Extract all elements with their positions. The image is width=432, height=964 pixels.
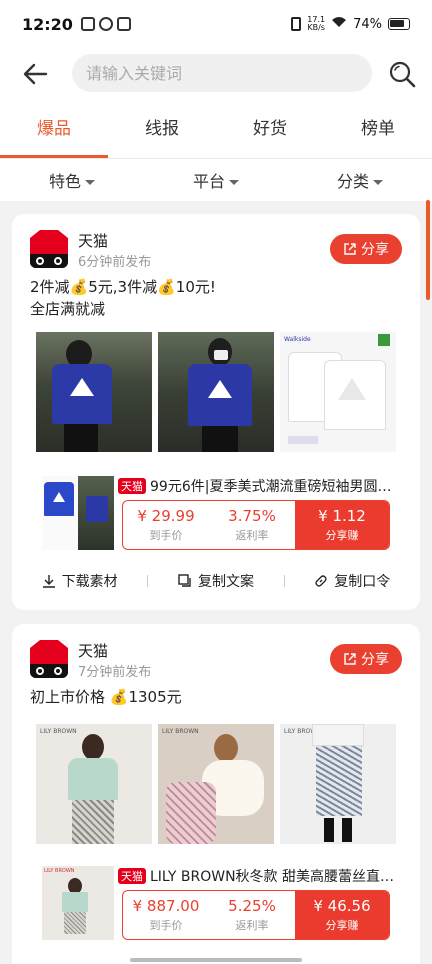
shop-name: 天猫 <box>78 642 109 660</box>
product-thumbnail[interactable] <box>42 476 114 550</box>
notification-icon <box>80 17 95 31</box>
filter-feature[interactable]: 特色 <box>0 168 144 192</box>
tab-rankings[interactable]: 榜单 <box>324 100 432 158</box>
final-price-label: 到手价 <box>149 529 183 542</box>
share-earn-button[interactable]: ¥ 46.56 分享赚 <box>295 891 389 939</box>
product-photo[interactable]: LILY BROWN <box>280 724 396 844</box>
copy-text-button[interactable]: 复制文案 <box>148 571 283 591</box>
tab-bar: 爆品 线报 好货 榜单 <box>0 100 432 158</box>
product-strip[interactable]: LILY BROWN 天猫 LILY BROWN秋冬款 甜美高腰蕾丝直… ¥ 88… <box>36 864 402 942</box>
app-notification-icon <box>98 17 113 31</box>
home-indicator[interactable] <box>130 958 302 962</box>
final-price: ¥ 29.99 <box>137 507 195 525</box>
product-photo[interactable]: LILY BROWN <box>36 724 152 844</box>
price-box: ¥ 887.00 到手价 5.25% 返利率 ¥ 46.56 分享赚 <box>122 890 390 940</box>
caret-down-icon <box>229 180 239 185</box>
share-earn-amount: ¥ 46.56 <box>313 897 371 915</box>
product-photo[interactable] <box>158 332 274 452</box>
product-title: 天猫 99元6件|夏季美式潮流重磅短袖男圆… <box>118 476 402 496</box>
tab-good-items[interactable]: 好货 <box>216 100 324 158</box>
search-box[interactable] <box>72 54 372 92</box>
rebate-rate: 3.75% <box>228 507 276 525</box>
share-earn-amount: ¥ 1.12 <box>318 507 366 525</box>
wifi-icon <box>331 16 347 32</box>
copy-code-button[interactable]: 复制口令 <box>285 571 420 591</box>
post-description: 2件减💰5元,3件减💰10元! 全店满就减 <box>30 278 216 318</box>
rebate-rate-label: 返利率 <box>235 529 269 542</box>
status-bar: 12:20 17.1 KB/s 74% <box>0 0 432 48</box>
net-speed: 17.1 KB/s <box>307 15 326 32</box>
battery-percent: 74% <box>353 16 382 32</box>
back-arrow-icon[interactable] <box>20 58 52 90</box>
battery-icon <box>388 18 410 30</box>
post-card: 天猫 7分钟前发布 分享 初上市价格 💰1305元 LILY BROWN LIL… <box>12 624 420 964</box>
download-materials-button[interactable]: 下载素材 <box>12 571 147 591</box>
scrollbar-thumb[interactable] <box>426 200 430 300</box>
search-header <box>0 48 432 100</box>
filter-platform[interactable]: 平台 <box>144 168 288 192</box>
rebate-rate: 5.25% <box>228 897 276 915</box>
product-photo[interactable]: Walkside <box>280 332 396 452</box>
shop-name: 天猫 <box>78 232 109 250</box>
filter-category[interactable]: 分类 <box>288 168 432 192</box>
product-strip[interactable]: 天猫 99元6件|夏季美式潮流重磅短袖男圆… ¥ 29.99 到手价 3.75% … <box>36 474 402 552</box>
price-box: ¥ 29.99 到手价 3.75% 返利率 ¥ 1.12 分享赚 <box>122 500 390 550</box>
search-input[interactable] <box>86 63 372 83</box>
tmall-tag: 天猫 <box>118 868 146 884</box>
post-time: 7分钟前发布 <box>78 665 152 680</box>
search-icon[interactable] <box>386 58 418 90</box>
share-earn-label: 分享赚 <box>325 919 359 932</box>
post-card: 天猫 6分钟前发布 分享 2件减💰5元,3件减💰10元! 全店满就减 Walks… <box>12 214 420 610</box>
link-icon <box>315 575 327 587</box>
tab-hot[interactable]: 爆品 <box>0 100 108 158</box>
product-title: 天猫 LILY BROWN秋冬款 甜美高腰蕾丝直… <box>118 866 402 886</box>
caret-down-icon <box>85 180 95 185</box>
clock: 12:20 <box>22 14 73 34</box>
final-price-label: 到手价 <box>149 919 183 932</box>
app-grid-icon <box>116 17 131 31</box>
tmall-tag: 天猫 <box>118 478 146 494</box>
tmall-logo <box>30 230 68 268</box>
vibrate-icon <box>291 17 302 31</box>
share-icon <box>344 653 356 665</box>
money-bag-icon: 💰 <box>157 278 176 296</box>
money-bag-icon: 💰 <box>69 278 89 296</box>
image-row: Walkside <box>36 332 396 452</box>
image-row: LILY BROWN LILY BROWN LILY BROWN <box>36 724 396 844</box>
share-earn-button[interactable]: ¥ 1.12 分享赚 <box>295 501 389 549</box>
post-description: 初上市价格 💰1305元 <box>30 688 182 706</box>
action-row: 下载素材 复制文案 复制口令 <box>12 566 420 596</box>
rebate-rate-label: 返利率 <box>235 919 269 932</box>
caret-down-icon <box>373 180 383 185</box>
share-icon <box>344 243 356 255</box>
share-earn-label: 分享赚 <box>325 529 359 542</box>
share-button[interactable]: 分享 <box>330 234 402 264</box>
product-photo[interactable] <box>36 332 152 452</box>
product-thumbnail[interactable]: LILY BROWN <box>42 866 114 940</box>
tmall-logo <box>30 640 68 678</box>
copy-icon <box>178 574 191 587</box>
tab-deals[interactable]: 线报 <box>108 100 216 158</box>
filter-row: 特色 平台 分类 <box>0 159 432 201</box>
download-icon <box>42 575 55 588</box>
share-button[interactable]: 分享 <box>330 644 402 674</box>
product-photo[interactable]: LILY BROWN <box>158 724 274 844</box>
money-bag-icon: 💰 <box>109 688 129 706</box>
post-time: 6分钟前发布 <box>78 255 152 270</box>
final-price: ¥ 887.00 <box>132 897 200 915</box>
